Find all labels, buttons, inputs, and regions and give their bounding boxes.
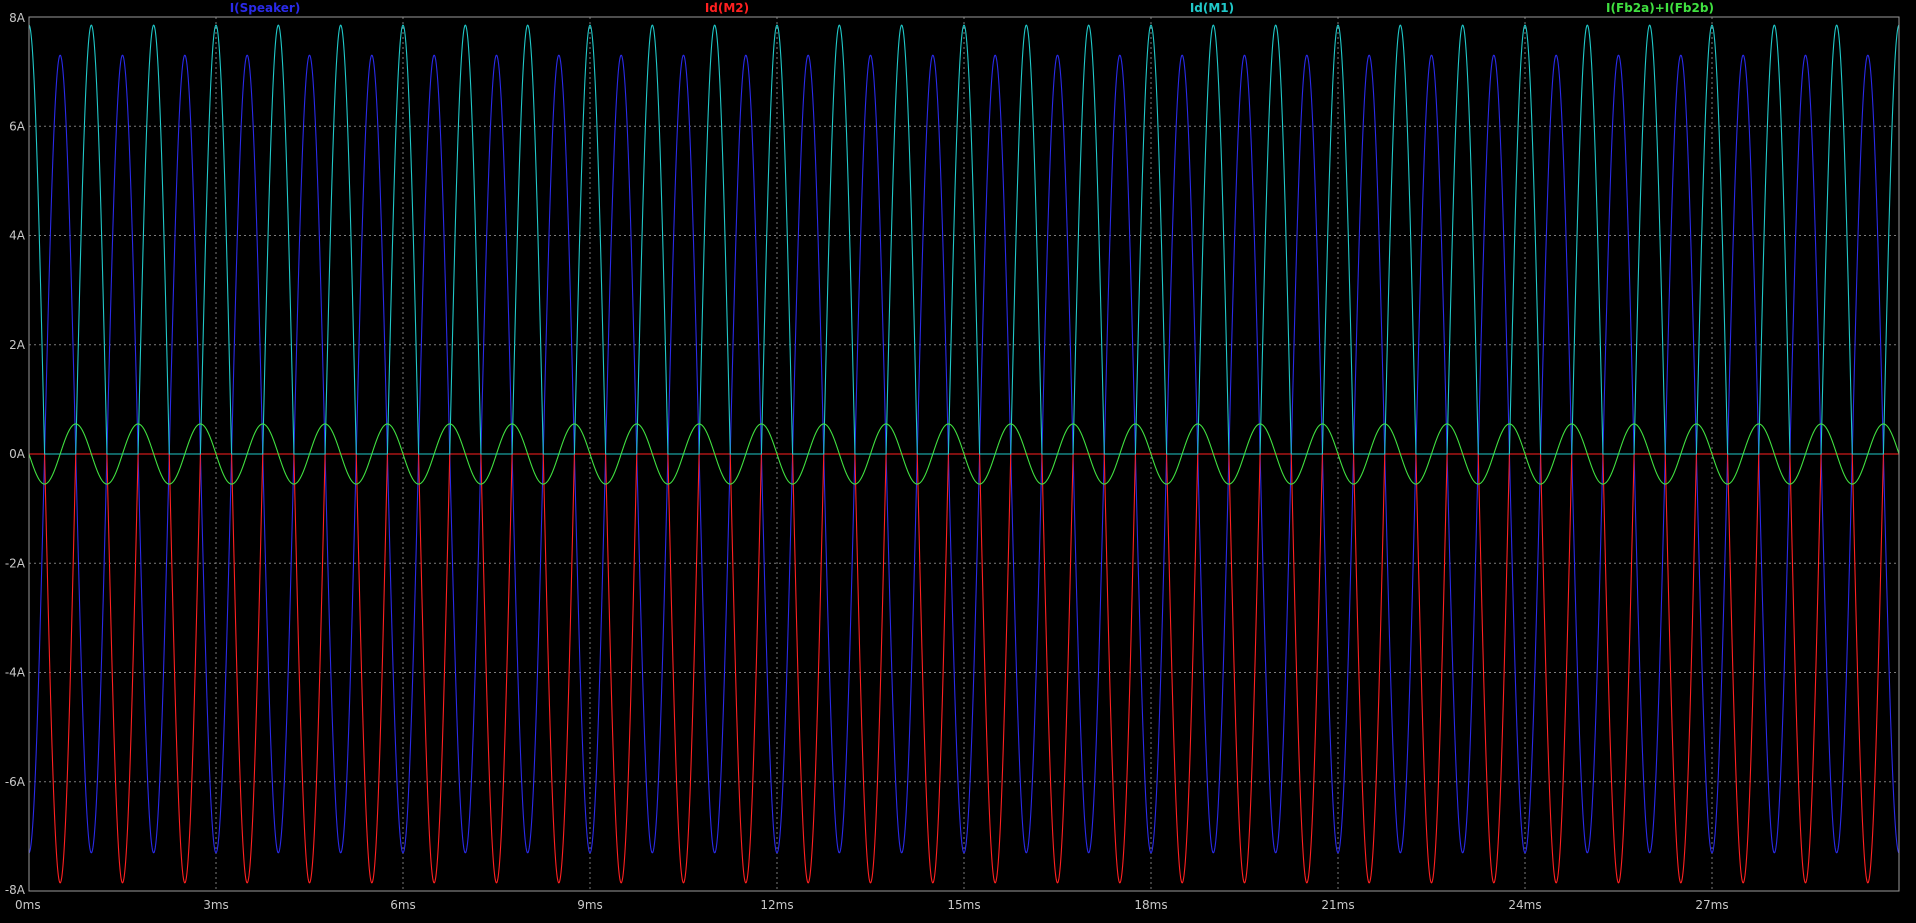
- y-tick-label: 0A: [9, 447, 26, 461]
- x-tick-label: 21ms: [1321, 898, 1354, 912]
- y-tick-label: -2A: [5, 556, 26, 570]
- trace-label[interactable]: Id(M1): [1190, 1, 1234, 15]
- y-tick-label: -6A: [5, 775, 26, 789]
- x-tick-label: 9ms: [577, 898, 603, 912]
- x-tick-label: 0ms: [15, 898, 41, 912]
- x-tick-label: 3ms: [203, 898, 229, 912]
- x-tick-label: 27ms: [1695, 898, 1728, 912]
- waveform-plot: 8A 6A 4A 2A 0A -2A -4A -6A -8A 0ms 3ms 6ms 9ms 12ms 1…: [0, 0, 1916, 918]
- y-tick-label: 4A: [9, 229, 26, 243]
- trace-label[interactable]: I(Fb2a)+I(Fb2b): [1606, 1, 1714, 15]
- x-tick-label: 15ms: [947, 898, 980, 912]
- x-tick-label: 12ms: [760, 898, 793, 912]
- y-tick-label: 2A: [9, 338, 26, 352]
- x-tick-label: 6ms: [390, 898, 416, 912]
- x-tick-label: 18ms: [1134, 898, 1167, 912]
- trace-label[interactable]: Id(M2): [705, 1, 749, 15]
- y-tick-label: -4A: [5, 666, 26, 680]
- y-tick-label: -8A: [5, 883, 26, 897]
- y-tick-label: 8A: [9, 11, 26, 25]
- x-tick-label: 24ms: [1508, 898, 1541, 912]
- y-tick-label: 6A: [9, 119, 26, 133]
- waveform-viewer: 8A 6A 4A 2A 0A -2A -4A -6A -8A 0ms 3ms 6ms 9ms 12ms 1…: [0, 0, 1916, 918]
- trace-label[interactable]: I(Speaker): [230, 1, 301, 15]
